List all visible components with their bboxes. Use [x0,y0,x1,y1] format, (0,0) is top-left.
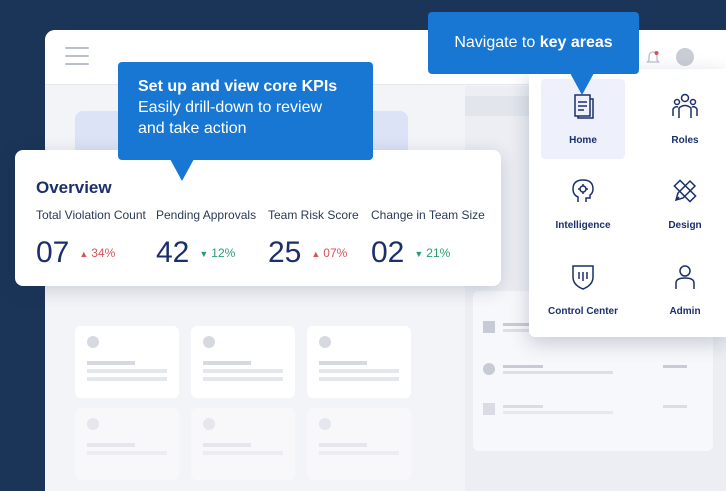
nav-callout-text: Navigate to [454,34,536,51]
nav-item-intelligence[interactable]: Intelligence [541,164,625,244]
metric-change-in-team-size[interactable]: Change in Team Size 02 ▼ 21% [371,208,485,269]
metric-label: Change in Team Size [371,208,485,222]
nav-item-label: Admin [669,306,701,317]
metric-change: ▼ 21% [414,246,451,260]
nav-item-label: Control Center [548,306,618,317]
metric-label: Pending Approvals [156,208,257,222]
callout-pointer [570,73,594,95]
bell-icon[interactable] [646,50,660,66]
nav-menu: Home Roles Intelligence Design Control C… [529,69,726,337]
metric-value: 42 [156,236,190,269]
nav-item-control-center[interactable]: Control Center [541,250,625,330]
placeholder-card [75,408,179,480]
hamburger-menu-icon[interactable] [65,47,89,65]
nav-item-admin[interactable]: Admin [643,250,726,330]
metric-team-risk-score[interactable]: Team Risk Score 25 ▲ 07% [268,208,359,269]
shield-icon [572,265,594,290]
metric-total-violation-count[interactable]: Total Violation Count 07 ▲ 34% [36,208,146,269]
placeholder-card [307,408,411,480]
nav-item-label: Roles [671,135,699,146]
kpi-callout-heading: Set up and view core KPIs [138,78,338,95]
nav-callout: Navigate to key areas [428,12,639,95]
placeholder-card [191,326,295,398]
kpi-callout-line: and take action [138,120,247,137]
design-icon [673,179,697,203]
document-icon [574,94,594,119]
trend-down-icon: ▼ [199,249,209,259]
kpi-callout: Set up and view core KPIs Easily drill-d… [118,62,373,181]
metric-value: 07 [36,236,70,269]
trend-up-icon: ▲ [311,249,321,259]
brain-icon [572,179,594,202]
metric-value: 25 [268,236,302,269]
nav-item-label: Intelligence [555,220,611,231]
metric-pending-approvals[interactable]: Pending Approvals 42 ▼ 12% [156,208,257,269]
kpi-callout-line: Easily drill-down to review [138,99,323,116]
metric-change: ▲ 07% [311,246,348,260]
metric-change: ▼ 12% [199,246,236,260]
nav-item-label: Design [668,220,702,231]
placeholder-card [191,408,295,480]
overview-title: Overview [36,178,112,197]
placeholder-card [307,326,411,398]
overview-card[interactable]: Overview Total Violation Count 07 ▲ 34% Pe… [15,150,501,286]
nav-item-label: Home [569,135,597,146]
callout-pointer [170,159,194,181]
nav-item-roles[interactable]: Roles [643,79,726,159]
metric-label: Team Risk Score [268,208,359,222]
nav-item-design[interactable]: Design [643,164,726,244]
avatar[interactable] [676,48,694,66]
metric-label: Total Violation Count [36,208,146,222]
metric-value: 02 [371,236,405,269]
user-icon [675,265,695,289]
roles-icon [672,93,698,118]
metric-change: ▲ 34% [79,246,116,260]
trend-down-icon: ▼ [414,249,424,259]
placeholder-card [75,326,179,398]
trend-up-icon: ▲ [79,249,89,259]
nav-callout-emphasis: key areas [539,34,613,51]
